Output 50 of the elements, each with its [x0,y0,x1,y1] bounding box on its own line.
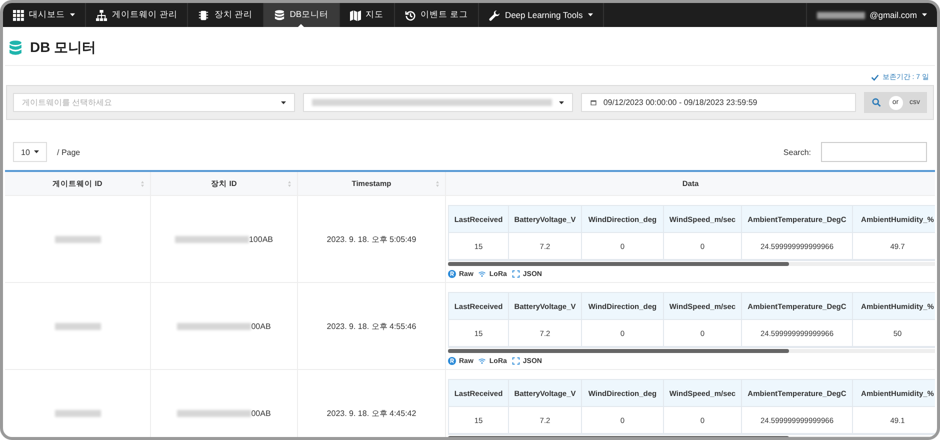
scrollbar[interactable] [448,262,935,266]
grid-icon [13,10,24,20]
redacted-text [54,410,100,416]
expand-icon [512,270,520,278]
nav-tab[interactable]: DB모니터 [264,3,340,27]
sort-icon [288,180,291,186]
timestamp: 2023. 9. 18. 오후 5:05:49 [326,234,416,244]
wrench-icon [488,10,500,20]
user-menu[interactable]: @gmail.com [806,3,937,27]
calendar-icon [590,99,598,106]
device-id: 00AB [251,408,271,418]
caret-icon [559,100,564,104]
redacted-text [54,236,100,242]
search-label: Search: [783,148,811,156]
page-size-select[interactable]: 10 [13,142,47,162]
page-title: DB 모니터 [30,39,96,57]
timestamp: 2023. 9. 18. 오후 4:45:42 [326,408,416,418]
nav-tab[interactable]: 지도 [340,3,395,27]
date-range-field[interactable]: 09/12/2023 00:00:00 - 09/18/2023 23:59:59 [581,93,856,112]
scrollbar[interactable] [448,349,935,353]
history-icon [404,10,416,20]
wifi-icon [478,270,486,278]
wifi-icon [478,357,486,365]
timestamp: 2023. 9. 18. 오후 4:55:46 [326,320,416,332]
device-id: 100AB [248,234,274,244]
caret-icon [588,13,593,17]
letter-r-icon [448,270,456,278]
expand-icon [512,357,520,365]
caret-icon [70,13,75,17]
nav-tab[interactable]: 이벤트 로그 [394,3,479,27]
chip-icon [198,10,210,20]
letter-r-icon [448,357,456,365]
nav-tab[interactable]: 게이트웨이 관리 [86,3,188,27]
database-icon [9,40,22,56]
per-page-label: / Page [57,148,80,156]
search-field[interactable] [821,142,927,162]
device-id: 00AB [251,322,271,330]
check-icon [871,74,880,80]
map-icon [350,10,361,20]
caret-icon [922,13,927,17]
redacted-text [54,322,100,330]
sitemap-icon [96,10,107,20]
redacted-text [816,12,865,18]
sort-icon [436,180,439,186]
sort-icon [141,180,144,186]
database-icon [274,10,285,20]
nav-tab[interactable]: 대시보드 [3,3,86,27]
caret-icon [281,100,286,104]
nav-tab[interactable]: Deep Learning Tools [478,3,604,27]
caret-icon [34,150,39,154]
